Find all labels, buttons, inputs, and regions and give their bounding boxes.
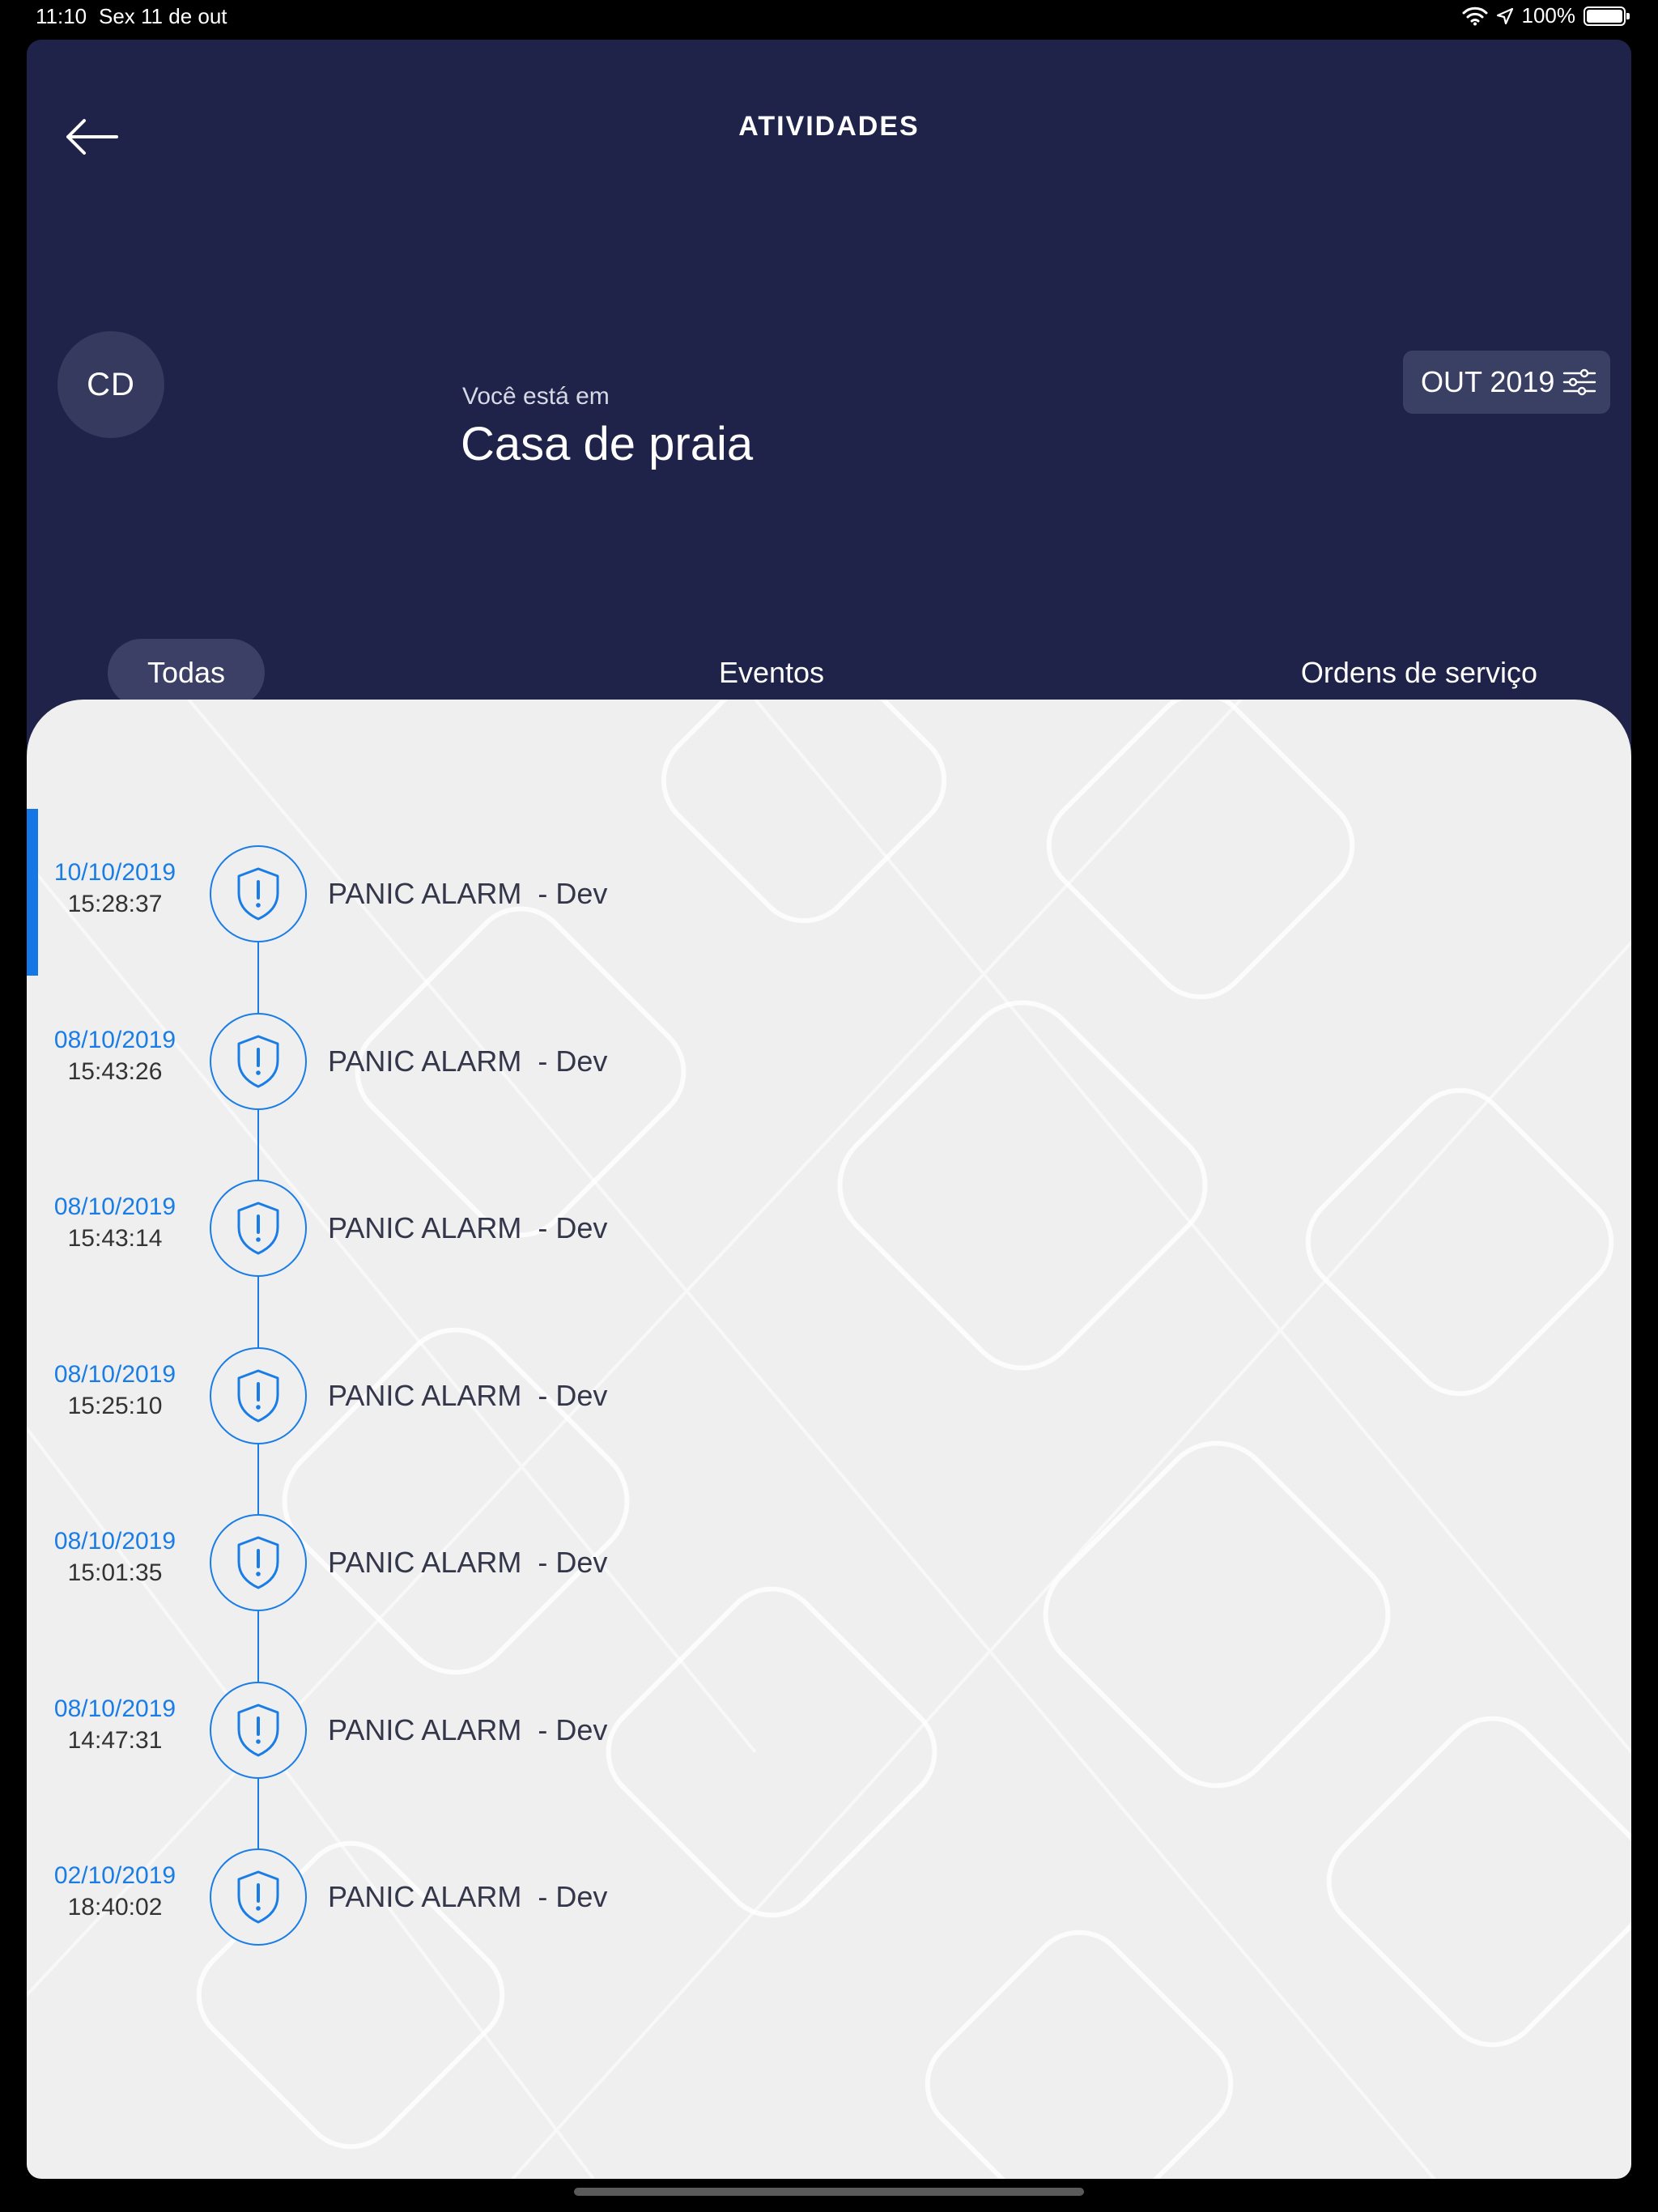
home-indicator[interactable] <box>574 2188 1084 2196</box>
tab-todas[interactable]: Todas <box>108 639 265 707</box>
status-date: Sex 11 de out <box>99 4 227 28</box>
event-date: 02/10/2019 <box>53 1862 176 1889</box>
event-icon-circle <box>210 1682 307 1779</box>
tab-eventos[interactable]: Eventos <box>658 639 885 707</box>
event-label: PANIC ALARM - Dev <box>328 1379 608 1412</box>
event-time: 15:01:35 <box>67 1559 163 1586</box>
event-date: 08/10/2019 <box>53 1528 176 1555</box>
location-arrow-icon <box>1496 7 1513 24</box>
event-row[interactable]: 08/10/2019 15:43:14 PANIC ALARM - Dev <box>27 1177 1160 1279</box>
event-date: 10/10/2019 <box>53 859 176 886</box>
location-caption: Você está em <box>462 383 610 410</box>
event-row[interactable]: 02/10/2019 18:40:02 PANIC ALARM - Dev <box>27 1846 1160 1948</box>
event-row[interactable]: 08/10/2019 15:25:10 PANIC ALARM - Dev <box>27 1345 1160 1447</box>
page-title: ATIVIDADES <box>738 111 920 142</box>
event-time: 15:28:37 <box>67 891 163 917</box>
battery-percent: 100% <box>1521 3 1576 28</box>
status-time: 11:10 <box>36 4 87 28</box>
event-label: PANIC ALARM - Dev <box>328 1880 608 1913</box>
status-bar: 11:10 Sex 11 de out 100% <box>0 0 1658 32</box>
period-label: OUT 2019 <box>1421 365 1555 398</box>
event-icon-circle <box>210 845 307 942</box>
event-date: 08/10/2019 <box>53 1695 176 1722</box>
event-time: 15:43:14 <box>67 1225 163 1252</box>
wifi-icon <box>1462 6 1487 25</box>
event-label: PANIC ALARM - Dev <box>328 877 608 910</box>
shield-alert-icon <box>237 1035 279 1088</box>
event-icon-circle <box>210 1180 307 1277</box>
avatar[interactable]: CD <box>57 331 164 438</box>
event-row[interactable]: 10/10/2019 15:28:37 PANIC ALARM - Dev <box>27 843 1160 945</box>
sliders-icon <box>1563 368 1596 396</box>
event-icon-circle <box>210 1514 307 1611</box>
event-label: PANIC ALARM - Dev <box>328 1044 608 1078</box>
event-label: PANIC ALARM - Dev <box>328 1546 608 1579</box>
shield-alert-icon <box>237 1536 279 1589</box>
battery-icon <box>1584 6 1630 26</box>
shield-alert-icon <box>237 1202 279 1255</box>
event-date: 08/10/2019 <box>53 1027 176 1053</box>
event-time: 14:47:31 <box>67 1727 163 1754</box>
event-icon-circle <box>210 1013 307 1110</box>
status-indicators: 100% <box>1462 3 1630 28</box>
activity-tabs: Todas Eventos Ordens de serviço <box>27 639 1631 707</box>
event-row[interactable]: 08/10/2019 14:47:31 PANIC ALARM - Dev <box>27 1679 1160 1781</box>
event-time: 15:43:26 <box>67 1058 163 1085</box>
shield-alert-icon <box>237 867 279 921</box>
event-time: 15:25:10 <box>67 1393 163 1419</box>
shield-alert-icon <box>237 1369 279 1423</box>
shield-alert-icon <box>237 1870 279 1924</box>
shield-alert-icon <box>237 1704 279 1757</box>
event-icon-circle <box>210 1848 307 1946</box>
avatar-initials: CD <box>87 366 135 402</box>
event-label: PANIC ALARM - Dev <box>328 1713 608 1746</box>
event-row[interactable]: 08/10/2019 15:01:35 PANIC ALARM - Dev <box>27 1512 1160 1614</box>
period-filter-button[interactable]: OUT 2019 <box>1403 351 1610 414</box>
activities-screen: ATIVIDADES CD Você está em Casa de praia… <box>27 40 1631 2179</box>
event-row[interactable]: 08/10/2019 15:43:26 PANIC ALARM - Dev <box>27 1010 1160 1112</box>
event-time: 18:40:02 <box>67 1894 163 1921</box>
event-date: 08/10/2019 <box>53 1361 176 1388</box>
location-name: Casa de praia <box>461 418 754 470</box>
activity-list-panel[interactable]: 10/10/2019 15:28:37 PANIC ALARM - Dev 08… <box>27 700 1631 2179</box>
tab-ordens-de-servico[interactable]: Ordens de serviço <box>1241 639 1597 707</box>
event-icon-circle <box>210 1347 307 1444</box>
event-label: PANIC ALARM - Dev <box>328 1211 608 1244</box>
event-date: 08/10/2019 <box>53 1193 176 1220</box>
